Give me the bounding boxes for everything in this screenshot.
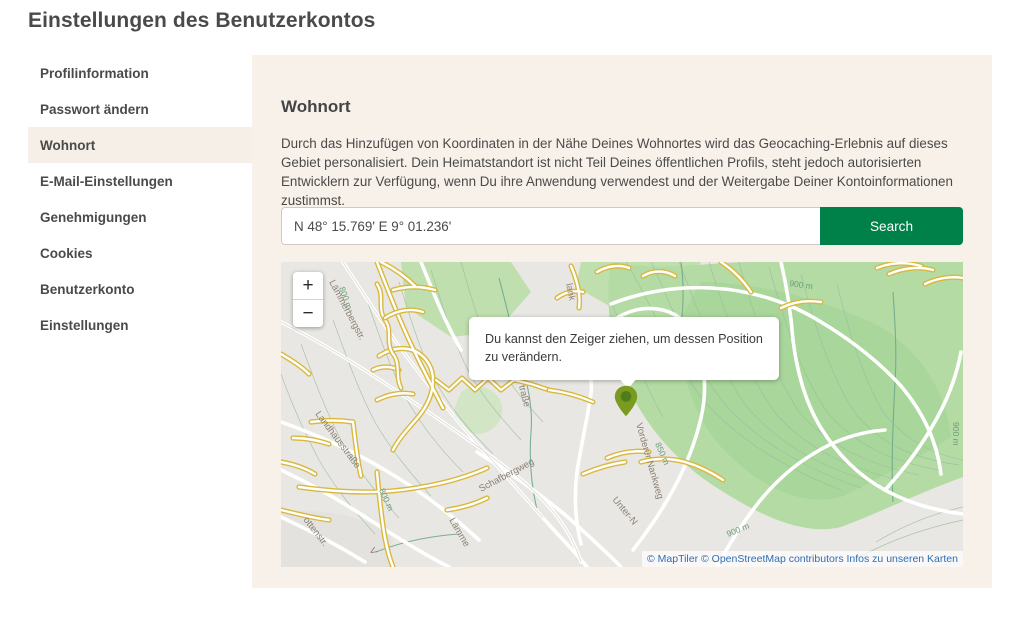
sidebar-item-benutzerkonto[interactable]: Benutzerkonto [28,271,252,307]
sidebar-item-genehmigungen[interactable]: Genehmigungen [28,199,252,235]
sidebar-item-email-einstellungen[interactable]: E-Mail-Einstellungen [28,163,252,199]
sidebar-item-profilinformation[interactable]: Profilinformation [28,55,252,91]
sidebar-item-label: Benutzerkonto [40,281,135,297]
sidebar-item-label: Profilinformation [40,65,149,81]
map-attribution: © MapTiler © OpenStreetMap contributors … [641,551,963,567]
wohnort-settings-panel: Wohnort Durch das Hinzufügen von Koordin… [252,55,992,588]
search-button[interactable]: Search [820,207,963,245]
zoom-out-icon[interactable]: − [293,300,323,327]
sidebar-item-label: Passwort ändern [40,101,149,117]
section-title: Wohnort [281,97,351,117]
map-contour-900-b: 900 m [951,422,961,446]
sidebar-item-label: Cookies [40,245,93,261]
page-title: Einstellungen des Benutzerkontos [28,9,376,32]
sidebar-item-label: Genehmigungen [40,209,147,225]
sidebar-item-einstellungen[interactable]: Einstellungen [28,307,252,343]
sidebar-item-passwort-aendern[interactable]: Passwort ändern [28,91,252,127]
sidebar-item-wohnort[interactable]: Wohnort [28,127,252,163]
coordinates-input[interactable] [281,207,820,245]
map-zoom-controls[interactable]: + − [293,272,323,327]
attribution-info-link[interactable]: Infos zu unseren Karten [847,553,959,565]
location-map[interactable]: Landhausstraße Lämmerbergstr. Schafbergw… [281,262,963,567]
map-popup-text: Du kannst den Zeiger ziehen, um dessen P… [485,332,763,364]
coordinate-search-row: Search [281,207,963,245]
zoom-in-icon[interactable]: + [293,272,323,300]
attribution-osm-link[interactable]: © OpenStreetMap contributors [701,553,844,565]
settings-sidebar: Profilinformation Passwort ändern Wohnor… [28,55,252,343]
sidebar-item-label: Einstellungen [40,317,129,333]
sidebar-item-cookies[interactable]: Cookies [28,235,252,271]
map-popup-tooltip: Du kannst den Zeiger ziehen, um dessen P… [469,317,779,380]
attribution-maptiler-link[interactable]: © MapTiler [647,553,698,565]
map-location-marker[interactable] [614,385,638,417]
section-description: Durch das Hinzufügen von Koordinaten in … [281,136,953,209]
sidebar-item-label: Wohnort [40,137,96,153]
sidebar-item-label: E-Mail-Einstellungen [40,173,173,189]
